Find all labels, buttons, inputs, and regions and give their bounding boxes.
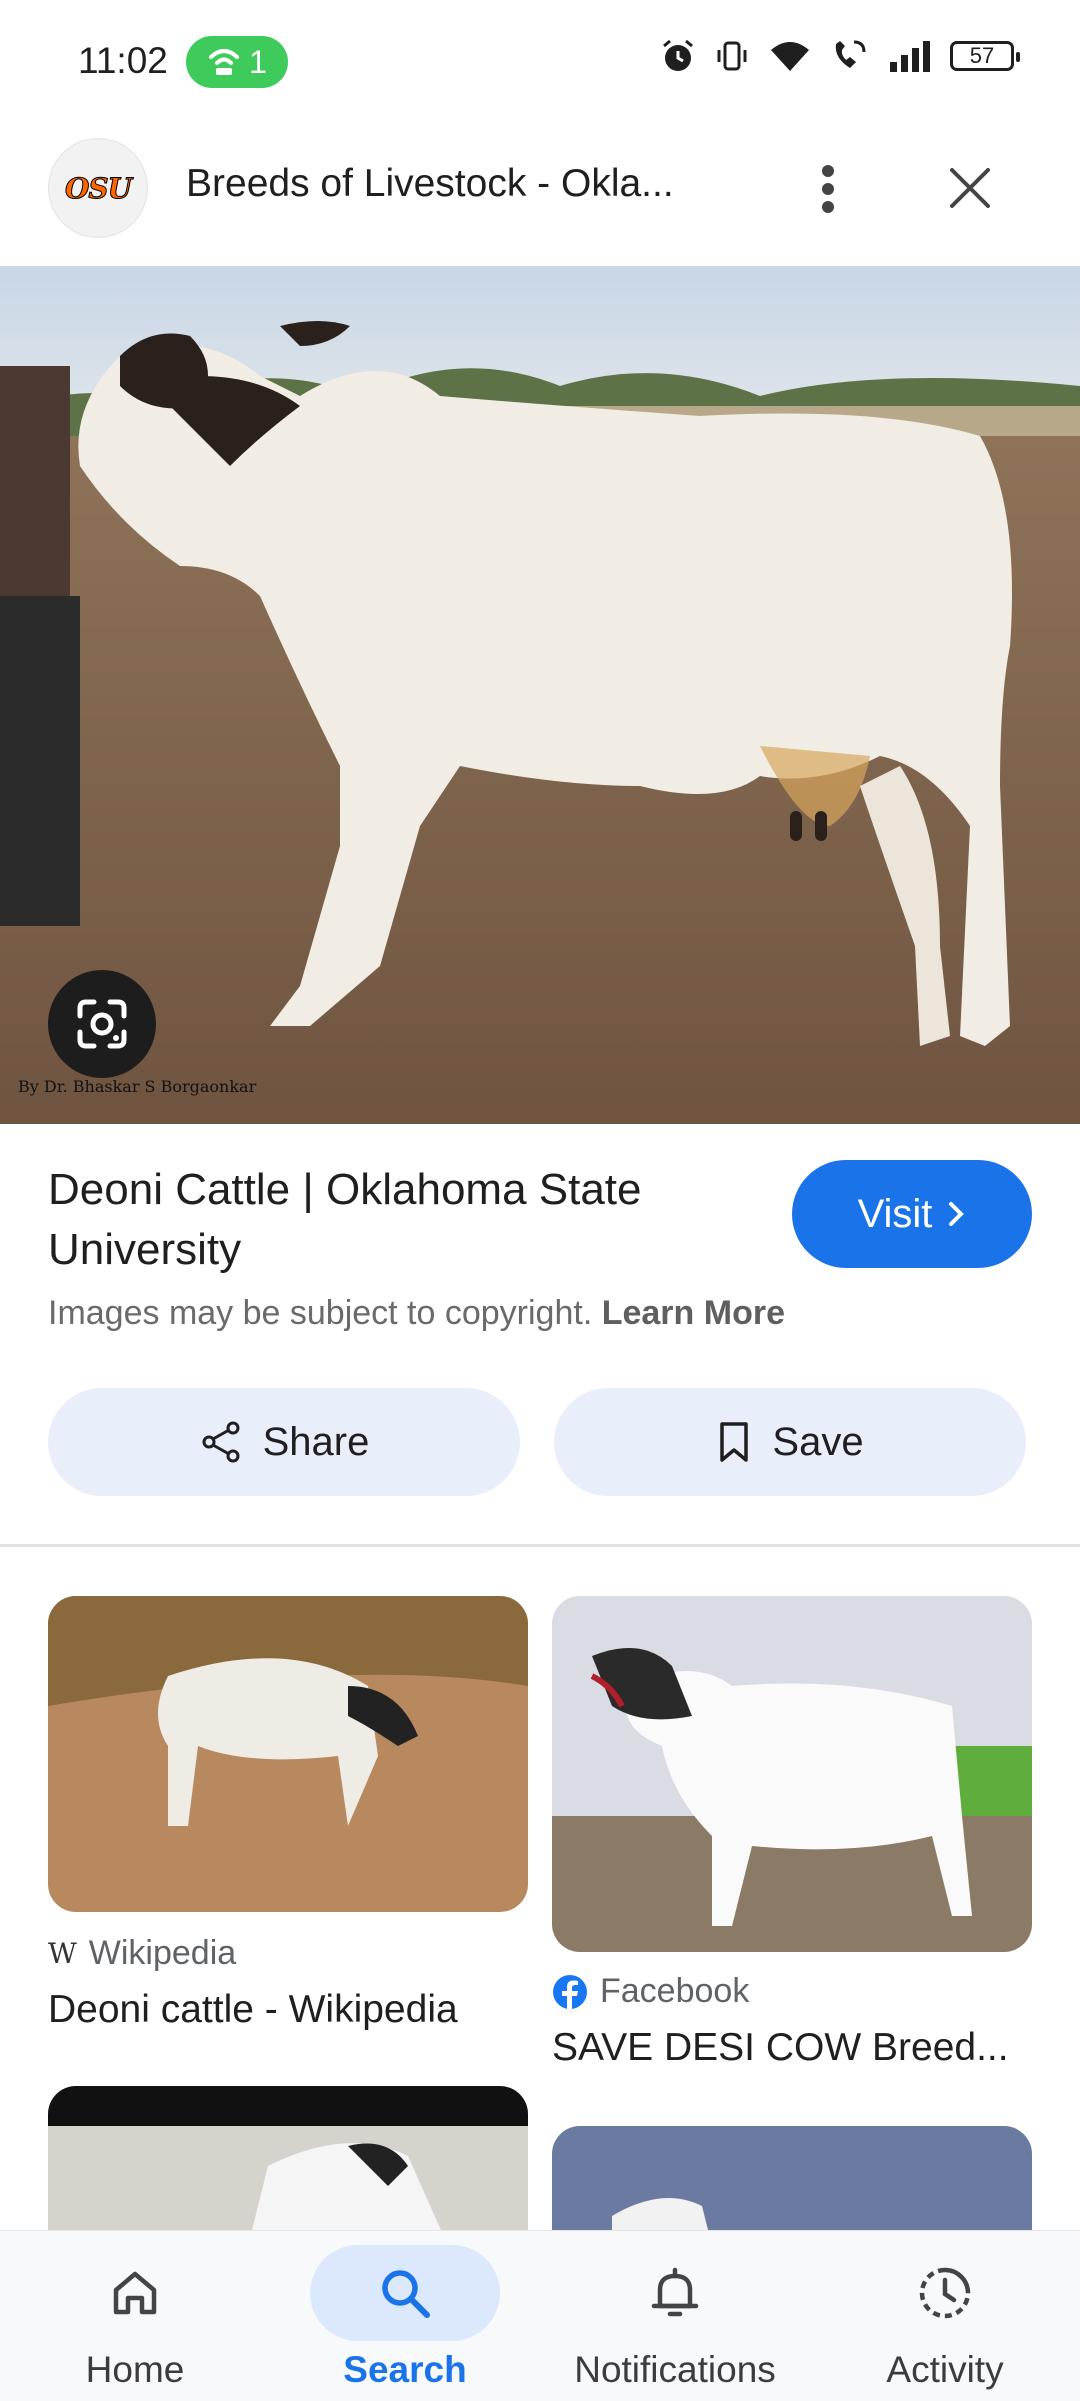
copyright-notice: Images may be subject to copyright. Lear… bbox=[48, 1294, 785, 1333]
watermark-text: By Dr. Bhaskar S Borgaonkar bbox=[18, 1077, 257, 1096]
search-icon bbox=[382, 2270, 430, 2318]
battery-indicator: 57 bbox=[950, 41, 1020, 71]
visit-label: Visit bbox=[857, 1191, 933, 1236]
share-label: Share bbox=[262, 1419, 370, 1464]
source-label: Wikipedia bbox=[88, 1934, 237, 1972]
related-title-2[interactable]: SAVE DESI COW Breed... bbox=[552, 2026, 1012, 2070]
cow-photo: By Dr. Bhaskar S Borgaonkar bbox=[0, 266, 1080, 1124]
hotspot-icon bbox=[209, 49, 240, 75]
more-vert-icon bbox=[822, 165, 834, 213]
share-icon bbox=[202, 1421, 240, 1463]
learn-more-link[interactable]: Learn More bbox=[602, 1294, 785, 1332]
share-button[interactable]: Share bbox=[48, 1388, 520, 1496]
cow-thumbnail bbox=[48, 2086, 528, 2246]
bookmark-icon bbox=[720, 1422, 749, 1462]
cow-thumbnail bbox=[48, 1596, 528, 1912]
nav-home[interactable]: Home bbox=[0, 2231, 270, 2401]
source-label: Facebook bbox=[600, 1972, 750, 2010]
google-lens-icon bbox=[77, 999, 127, 1049]
result-title[interactable]: Deoni Cattle | Oklahoma State University bbox=[48, 1160, 748, 1280]
status-time: 11:02 bbox=[78, 40, 168, 81]
nav-icon-container bbox=[850, 2245, 1040, 2341]
chevron-right-icon bbox=[949, 1202, 965, 1226]
vibrate-icon bbox=[717, 41, 747, 71]
cow-thumbnail bbox=[552, 1596, 1032, 1952]
activity-icon bbox=[919, 2267, 971, 2319]
nav-label: Activity bbox=[886, 2349, 1004, 2390]
nav-label: Search bbox=[343, 2349, 467, 2390]
nav-notifications[interactable]: Notifications bbox=[540, 2231, 810, 2401]
nav-icon-container bbox=[310, 2245, 500, 2341]
site-logo[interactable]: OSU bbox=[48, 138, 148, 238]
nav-label: Home bbox=[85, 2349, 185, 2390]
lens-button[interactable] bbox=[48, 970, 156, 1078]
save-button[interactable]: Save bbox=[554, 1388, 1026, 1496]
save-label: Save bbox=[772, 1419, 864, 1464]
alarm-icon bbox=[663, 39, 693, 71]
bell-icon bbox=[651, 2267, 699, 2317]
related-image-3[interactable] bbox=[48, 2086, 528, 2246]
nav-icon-container bbox=[40, 2245, 230, 2341]
header: OSU Breeds of Livestock - Okla... bbox=[0, 132, 1080, 264]
status-icons: 57 bbox=[660, 38, 1020, 74]
bottom-navigation: Home Search Notifications Activity bbox=[0, 2230, 1080, 2401]
main-image[interactable]: By Dr. Bhaskar S Borgaonkar bbox=[0, 266, 1080, 1124]
wifi-icon bbox=[771, 42, 809, 71]
related-image-4[interactable] bbox=[552, 2126, 1032, 2246]
close-icon bbox=[950, 168, 990, 208]
related-source-1: W Wikipedia bbox=[48, 1934, 236, 1973]
more-options-button[interactable] bbox=[800, 154, 856, 224]
copyright-text: Images may be subject to copyright. bbox=[48, 1294, 593, 1332]
cow-thumbnail bbox=[552, 2126, 1032, 2246]
facebook-icon bbox=[553, 1974, 587, 2010]
hotspot-badge: 1 bbox=[186, 36, 288, 88]
status-bar: 11:02 1 57 bbox=[0, 0, 1080, 128]
page-title[interactable]: Breeds of Livestock - Okla... bbox=[186, 162, 746, 206]
related-source-2: Facebook bbox=[552, 1972, 749, 2011]
nav-activity[interactable]: Activity bbox=[810, 2231, 1080, 2401]
signal-icon bbox=[890, 41, 930, 72]
nav-label: Notifications bbox=[574, 2349, 776, 2390]
close-button[interactable] bbox=[940, 158, 1000, 218]
nav-search[interactable]: Search bbox=[270, 2231, 540, 2401]
related-image-2[interactable] bbox=[552, 1596, 1032, 1952]
related-title-1[interactable]: Deoni cattle - Wikipedia bbox=[48, 1988, 528, 2032]
home-icon bbox=[113, 2271, 157, 2315]
hotspot-count: 1 bbox=[249, 43, 267, 80]
section-divider bbox=[0, 1544, 1080, 1547]
related-image-1[interactable] bbox=[48, 1596, 528, 1912]
visit-button[interactable]: Visit bbox=[792, 1160, 1032, 1268]
site-logo-text: OSU bbox=[64, 171, 132, 205]
wifi-call-icon bbox=[835, 40, 866, 68]
wikipedia-icon: W bbox=[48, 1937, 77, 1970]
nav-icon-container bbox=[580, 2245, 770, 2341]
